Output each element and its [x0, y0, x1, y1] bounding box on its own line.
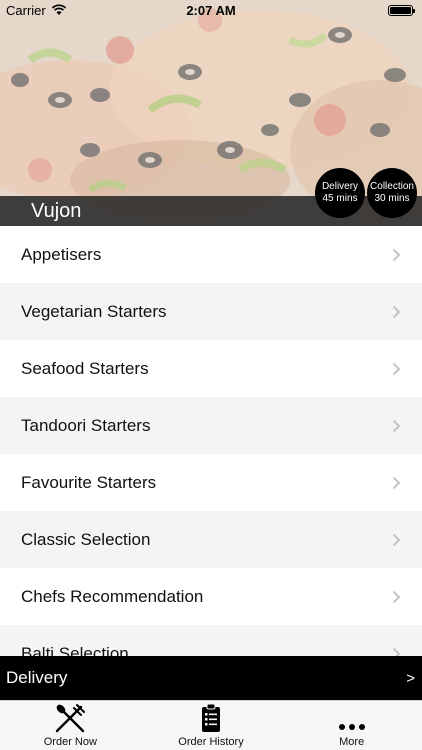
collection-badge-title: Collection	[370, 181, 414, 192]
menu-item-label: Appetisers	[21, 244, 102, 264]
chevron-right-icon	[392, 248, 401, 262]
chevron-right-icon	[392, 533, 401, 547]
delivery-arrow-icon: >	[406, 669, 415, 687]
fork-knife-icon	[56, 704, 86, 733]
delivery-mode-label: Delivery	[6, 668, 68, 687]
menu-item-classic-selection[interactable]: Classic Selection	[0, 511, 422, 568]
status-bar: Carrier 2:07 AM	[0, 0, 422, 22]
tab-order-now[interactable]: Order Now	[0, 701, 141, 750]
menu-item-label: Classic Selection	[21, 529, 151, 549]
collection-badge-time: 30 mins	[374, 193, 410, 204]
delivery-badge-title: Delivery	[321, 181, 359, 192]
more-dots-icon	[338, 724, 365, 730]
menu-item-chefs-recommendation[interactable]: Chefs Recommendation	[0, 568, 422, 625]
delivery-time-badge: Delivery 45 mins	[315, 168, 365, 218]
chevron-right-icon	[392, 419, 401, 433]
menu-item-tandoori-starters[interactable]: Tandoori Starters	[0, 397, 422, 454]
collection-time-badge: Collection 30 mins	[367, 168, 417, 218]
hero-banner: Carrier 2:07 AM Vujon Delivery 45 mins C…	[0, 0, 422, 226]
menu-item-label: Tandoori Starters	[21, 415, 151, 435]
menu-item-label: Favourite Starters	[21, 472, 157, 492]
menu-item-label: Vegetarian Starters	[21, 301, 167, 321]
clipboard-list-icon	[202, 703, 220, 732]
tab-label: More	[339, 736, 365, 748]
menu-item-vegetarian-starters[interactable]: Vegetarian Starters	[0, 283, 422, 340]
chevron-right-icon	[392, 476, 401, 490]
chevron-right-icon	[392, 647, 401, 656]
menu-item-balti-selection[interactable]: Balti Selection	[0, 625, 422, 656]
menu-item-favourite-starters[interactable]: Favourite Starters	[0, 454, 422, 511]
tab-more[interactable]: More	[281, 701, 422, 750]
menu-item-label: Balti Selection	[21, 643, 129, 657]
tab-label: Order Now	[43, 736, 97, 748]
chevron-right-icon	[392, 362, 401, 376]
battery-icon	[388, 5, 415, 16]
chevron-right-icon	[392, 305, 401, 319]
chevron-right-icon	[392, 590, 401, 604]
tab-label: Order History	[178, 736, 244, 748]
menu-item-label: Seafood Starters	[21, 358, 149, 378]
menu-item-label: Chefs Recommendation	[21, 586, 204, 606]
menu-category-list: Appetisers Vegetarian Starters Seafood S…	[0, 226, 422, 656]
menu-item-seafood-starters[interactable]: Seafood Starters	[0, 340, 422, 397]
delivery-badge-time: 45 mins	[322, 193, 358, 204]
tab-order-history[interactable]: Order History	[141, 701, 282, 750]
menu-item-appetisers[interactable]: Appetisers	[0, 226, 422, 283]
tab-bar: Order Now Order History More	[0, 700, 422, 750]
delivery-mode-bar[interactable]: Delivery >	[0, 656, 422, 700]
restaurant-name: Vujon	[31, 200, 82, 222]
status-time: 2:07 AM	[186, 3, 236, 18]
